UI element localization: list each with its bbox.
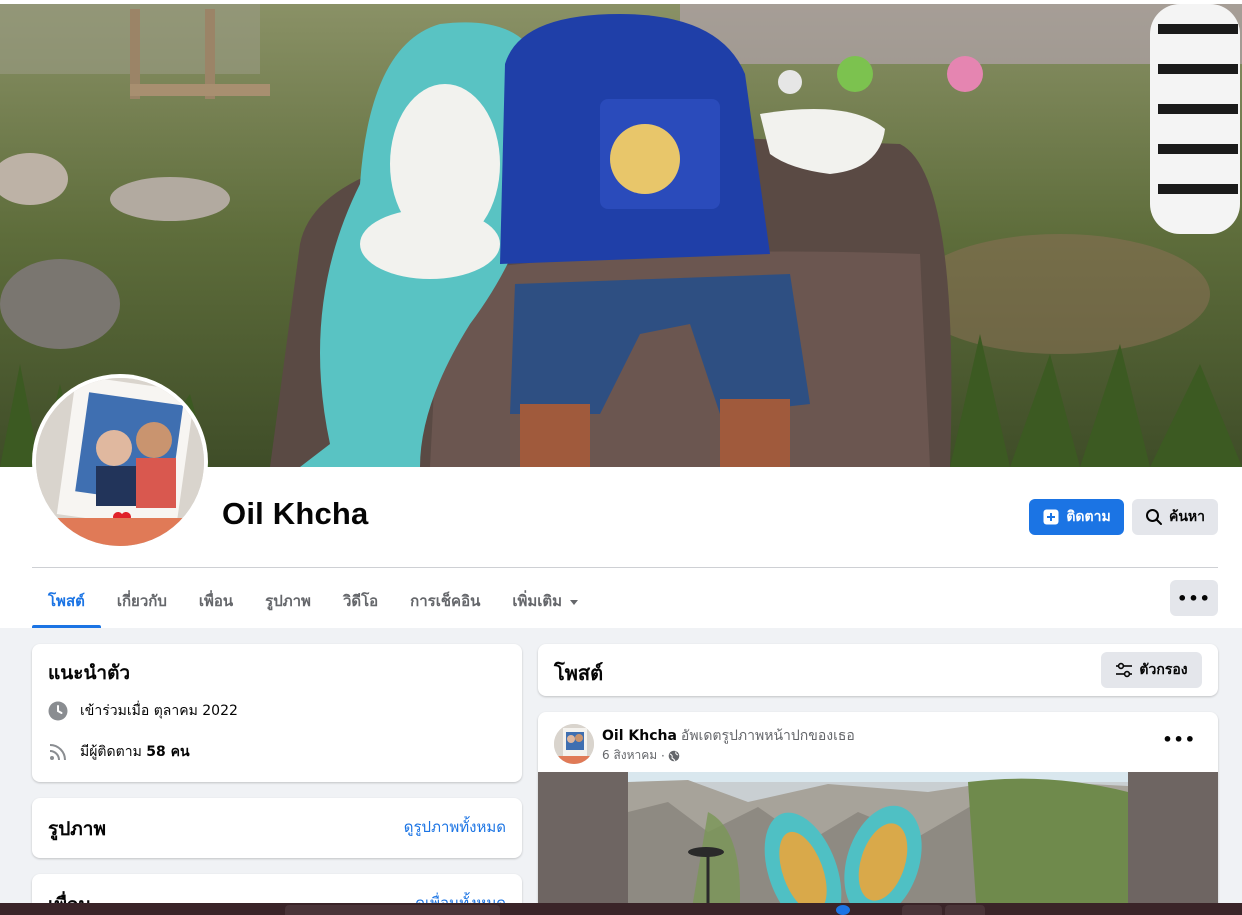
header-divider xyxy=(32,567,1218,568)
intro-joined-row: เข้าร่วมเมื่อ ตุลาคม 2022 xyxy=(48,700,238,722)
more-dots-icon: ••• xyxy=(1177,588,1211,608)
os-taskbar xyxy=(0,903,1242,915)
post-meta-separator: · xyxy=(661,748,665,763)
follow-button[interactable]: ติดตาม xyxy=(1029,499,1124,535)
taskbar-app-icon[interactable] xyxy=(945,905,985,915)
more-dots-icon: ••• xyxy=(1162,730,1196,749)
post-date[interactable]: 6 สิงหาคม xyxy=(602,746,657,765)
tab-label: รูปภาพ xyxy=(265,592,311,610)
tab-friends[interactable]: เพื่อน xyxy=(183,574,249,628)
intro-followers-prefix: มีผู้ติดตาม xyxy=(80,744,142,760)
profile-header: Oil Khcha ติดตาม ค้นหา โพสต์ เกี่ยวกับ เ… xyxy=(0,0,1242,628)
search-button-label: ค้นหา xyxy=(1168,509,1206,525)
see-all-photos-link[interactable]: ดูรูปภาพทั้งหมด xyxy=(404,815,506,839)
filter-button[interactable]: ตัวกรอง xyxy=(1101,652,1202,688)
sliders-icon xyxy=(1115,661,1133,679)
tab-label: เพื่อน xyxy=(198,592,234,610)
post-media[interactable] xyxy=(538,772,1218,915)
intro-joined-text: เข้าร่วมเมื่อ ตุลาคม 2022 xyxy=(80,703,238,719)
tab-posts[interactable]: โพสต์ xyxy=(32,574,101,628)
tab-label: การเช็คอิน xyxy=(410,592,481,610)
taskbar-app-icon[interactable] xyxy=(836,905,850,915)
post-options-button[interactable]: ••• xyxy=(1162,730,1196,749)
post-author-name[interactable]: Oil Khcha xyxy=(602,728,677,744)
post-author-avatar[interactable] xyxy=(554,724,594,764)
chevron-down-icon xyxy=(570,599,579,605)
profile-name: Oil Khcha xyxy=(222,496,369,531)
tab-label: เพิ่มเติม xyxy=(512,592,563,610)
post-action-text: อัพเดตรูปภาพหน้าปกของเธอ xyxy=(680,728,855,744)
tab-more[interactable]: เพิ่มเติม xyxy=(496,574,594,628)
tab-photos[interactable]: รูปภาพ xyxy=(249,574,327,628)
cover-photo[interactable] xyxy=(0,4,1242,467)
rss-icon xyxy=(48,742,68,762)
add-friend-icon xyxy=(1042,508,1060,526)
tab-label: เกี่ยวกับ xyxy=(116,592,167,610)
intro-followers-row: มีผู้ติดตาม 58 คน xyxy=(48,741,190,763)
profile-picture-image xyxy=(36,378,204,546)
search-button[interactable]: ค้นหา xyxy=(1132,499,1218,535)
profile-more-button[interactable]: ••• xyxy=(1170,580,1218,616)
profile-picture[interactable] xyxy=(32,374,208,550)
taskbar-search[interactable] xyxy=(285,905,500,915)
intro-title: แนะนำตัว xyxy=(48,662,131,684)
search-icon xyxy=(1145,508,1163,526)
tab-videos[interactable]: วิดีโอ xyxy=(327,574,394,628)
post-meta: 6 สิงหาคม · xyxy=(602,746,680,765)
post-photo xyxy=(628,772,1128,915)
posts-header-card: โพสต์ ตัวกรอง xyxy=(538,644,1218,696)
tab-checkins[interactable]: การเช็คอิน xyxy=(394,574,496,628)
filter-button-label: ตัวกรอง xyxy=(1139,662,1188,678)
globe-icon xyxy=(668,750,680,762)
tab-label: วิดีโอ xyxy=(342,592,379,610)
follow-button-label: ติดตาม xyxy=(1066,509,1111,525)
tab-label: โพสต์ xyxy=(48,592,85,610)
intro-followers-count[interactable]: 58 คน xyxy=(146,741,189,763)
photos-title: รูปภาพ xyxy=(48,818,106,840)
photos-card: รูปภาพ ดูรูปภาพทั้งหมด xyxy=(32,798,522,858)
clock-icon xyxy=(48,701,68,721)
posts-title: โพสต์ xyxy=(554,661,604,685)
taskbar-app-icon[interactable] xyxy=(902,905,942,915)
post-card: Oil Khcha อัพเดตรูปภาพหน้าปกของเธอ 6 สิงห… xyxy=(538,712,1218,915)
profile-tabs: โพสต์ เกี่ยวกับ เพื่อน รูปภาพ วิดีโอ การ… xyxy=(32,574,594,628)
tab-about[interactable]: เกี่ยวกับ xyxy=(101,574,183,628)
post-header: Oil Khcha อัพเดตรูปภาพหน้าปกของเธอ xyxy=(602,725,855,747)
